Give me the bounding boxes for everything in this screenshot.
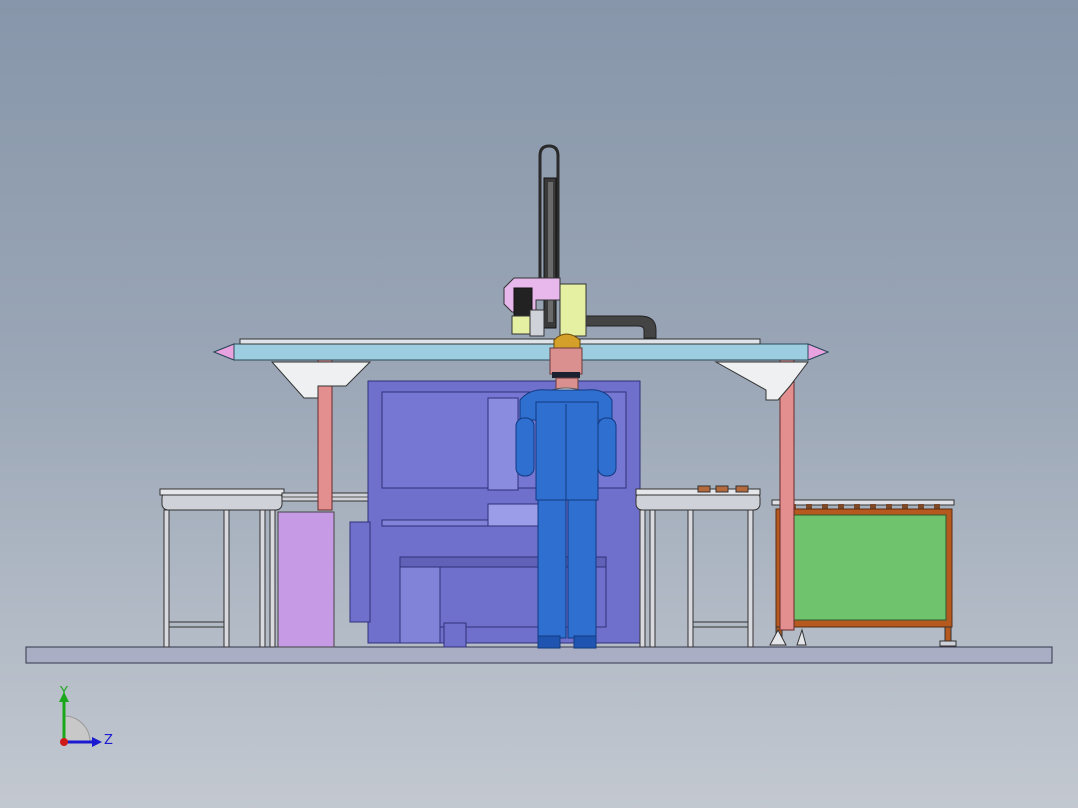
purple-panel [277, 511, 335, 648]
vertical-arm [538, 144, 560, 329]
storage-cabinet [769, 499, 957, 647]
assembly-model[interactable] [0, 0, 1078, 808]
right-conveyor-table [635, 485, 761, 648]
base-plate [25, 646, 1053, 664]
z-axis-label: Z [104, 733, 113, 748]
cad-viewport[interactable]: Y Z [0, 0, 1078, 808]
z-axis-arrowhead [92, 737, 102, 747]
triad-quadrant [63, 715, 91, 743]
left-conveyor-table [159, 488, 285, 648]
x-axis-dot [60, 738, 68, 746]
gantry-beam [212, 338, 830, 361]
coordinate-triad: Y Z [59, 686, 113, 748]
y-axis-label: Y [59, 686, 68, 700]
